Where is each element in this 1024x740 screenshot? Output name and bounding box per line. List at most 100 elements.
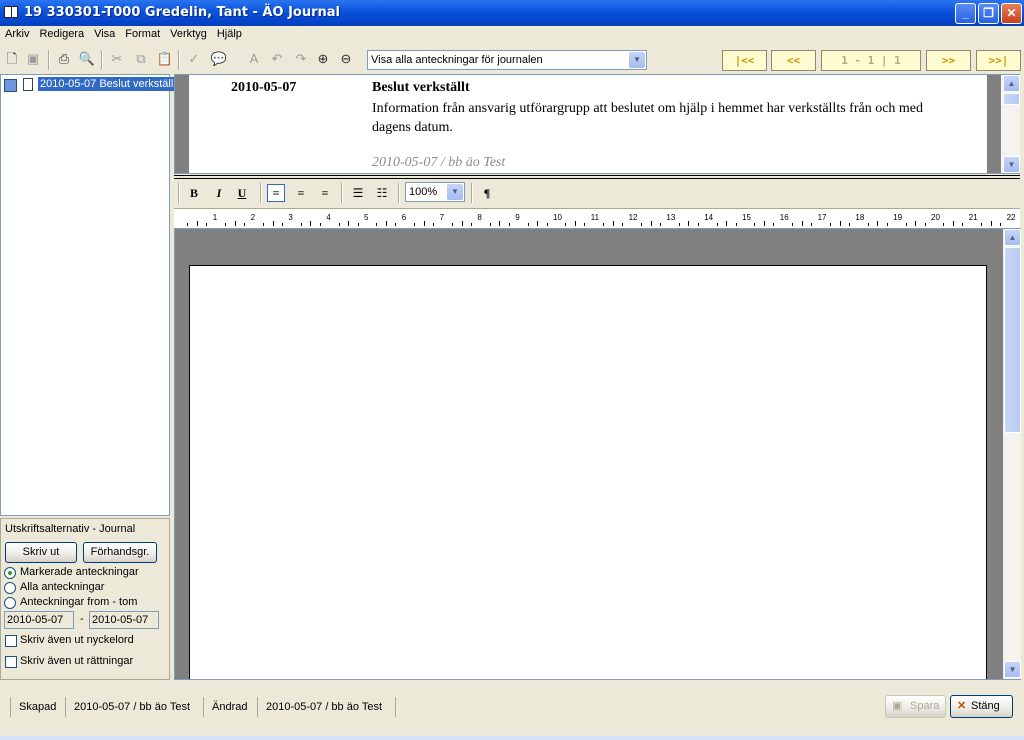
ruler-tick <box>300 223 302 226</box>
radio-all-label: Alla anteckningar <box>20 581 105 593</box>
underline-button[interactable]: U <box>233 184 251 202</box>
last-entry-button[interactable]: >>| <box>976 50 1021 71</box>
italic-button[interactable]: I <box>210 184 228 202</box>
date-separator: - <box>80 613 84 625</box>
keywords-checkbox[interactable] <box>5 635 17 647</box>
ruler-tick <box>537 221 539 226</box>
print-icon[interactable]: ⎙ <box>55 50 73 68</box>
radio-range-entries[interactable] <box>4 597 16 609</box>
corrections-checkbox[interactable] <box>5 656 17 668</box>
show-formatting-button[interactable]: ¶ <box>478 184 496 202</box>
next-entry-button[interactable]: >> <box>926 50 971 71</box>
bullet-list-icon: ☰ <box>352 186 364 200</box>
ruler-tick <box>319 223 321 226</box>
new-document-icon[interactable]: 🗋 <box>3 50 21 68</box>
date-from-field[interactable]: 2010-05-07 <box>4 611 74 629</box>
ruler-number: 2 <box>250 213 256 222</box>
menu-format[interactable]: Format <box>120 26 165 40</box>
toolbar-divider <box>101 50 103 70</box>
ruler-number: 20 <box>931 213 940 222</box>
bold-button[interactable]: B <box>185 184 203 202</box>
ruler-tick <box>584 223 586 226</box>
ruler-tick <box>641 223 643 226</box>
corrections-checkbox-label: Skriv även ut rättningar <box>20 655 134 667</box>
ruler-number: 17 <box>817 213 827 222</box>
date-to-field[interactable]: 2010-05-07 <box>89 611 159 629</box>
paste-icon[interactable]: 📋 <box>156 50 174 68</box>
ruler-tick <box>811 223 813 226</box>
radio-all-entries[interactable] <box>4 582 16 594</box>
preview-button[interactable]: Förhandsgr. <box>83 542 157 563</box>
ruler-number: 21 <box>968 213 978 222</box>
scroll-down-icon[interactable]: ▼ <box>1004 661 1021 678</box>
ruler-tick <box>848 223 850 226</box>
font-icon[interactable]: A <box>245 50 263 68</box>
print-options-panel: Utskriftsalternativ - Journal Skriv ut F… <box>0 518 170 680</box>
ruler-tick <box>508 223 510 226</box>
view-filter-dropdown[interactable]: Visa alla anteckningar för journalen ▼ <box>367 50 647 70</box>
radio-marked-entries[interactable] <box>4 567 16 579</box>
ruler-number: 6 <box>401 213 407 222</box>
close-window-button[interactable]: ✕ <box>1001 3 1022 24</box>
pane-splitter[interactable] <box>174 175 1020 179</box>
menu-arkiv[interactable]: Arkiv <box>0 26 34 40</box>
zoom-dropdown[interactable]: 100% ▼ <box>405 182 465 202</box>
comment-icon[interactable]: 💬 <box>210 50 228 68</box>
print-button[interactable]: Skriv ut <box>5 542 77 563</box>
menu-redigera[interactable]: Redigera <box>34 26 89 40</box>
close-icon: ✕ <box>1006 6 1017 20</box>
entry-left-margin <box>175 75 189 173</box>
keywords-checkbox-label: Skriv även ut nyckelord <box>20 634 134 646</box>
ruler-tick <box>726 221 728 226</box>
ruler[interactable]: 1 2 3 4 5 6 7 8 9 10 11 12 13 14 15 16 17 18 19 20 21 22 <box>174 208 1020 228</box>
first-entry-button[interactable]: |<< <box>722 50 767 71</box>
toolbar-divider <box>178 50 180 70</box>
view-filter-value: Visa alla anteckningar för journalen <box>371 54 543 66</box>
title-bar[interactable]: 19 330301-T000 Gredelin, Tant - ÄO Journ… <box>0 0 1024 26</box>
ruler-number: 9 <box>515 213 520 222</box>
scroll-up-icon[interactable]: ▲ <box>1003 75 1020 92</box>
align-left-button[interactable]: ≡ <box>267 184 285 202</box>
print-preview-icon[interactable]: 🔍 <box>78 50 96 68</box>
scroll-thumb[interactable] <box>1003 93 1020 105</box>
close-button[interactable]: ✕ Stäng <box>950 695 1013 718</box>
numbered-list-button[interactable]: ☷ <box>373 184 391 202</box>
zoom-in-icon[interactable]: ⊕ <box>314 50 332 68</box>
toolbar-divider <box>48 50 50 70</box>
ruler-tick <box>452 223 454 226</box>
scroll-down-icon[interactable]: ▼ <box>1003 156 1020 173</box>
ruler-tick <box>735 223 737 226</box>
document-scrollbar[interactable]: ▲ ▼ <box>1003 229 1021 679</box>
align-center-button[interactable]: ≡ <box>316 184 334 202</box>
journal-book-icon <box>4 6 18 18</box>
ruler-tick <box>310 221 312 226</box>
cut-icon[interactable]: ✂ <box>108 50 126 68</box>
chevron-down-icon[interactable]: ▼ <box>447 184 463 200</box>
align-right-button[interactable]: ≡ <box>292 184 310 202</box>
undo-icon[interactable]: ↶ <box>268 50 286 68</box>
bullet-list-button[interactable]: ☰ <box>349 184 367 202</box>
ruler-number: 14 <box>704 213 714 222</box>
zoom-out-icon[interactable]: ⊖ <box>337 50 355 68</box>
entry-checkbox[interactable] <box>4 79 17 92</box>
copy-icon[interactable]: ⧉ <box>132 50 150 68</box>
ruler-number: 15 <box>742 213 751 222</box>
minimize-button[interactable]: _ <box>955 3 976 24</box>
menu-visa[interactable]: Visa <box>89 26 120 40</box>
ruler-tick <box>981 223 983 226</box>
save-icon[interactable]: ▣ <box>24 50 42 68</box>
menu-hjalp[interactable]: Hjälp <box>212 26 247 40</box>
previous-entry-button[interactable]: << <box>771 50 816 71</box>
spellcheck-icon[interactable]: ✓ <box>185 50 203 68</box>
chevron-down-icon[interactable]: ▼ <box>629 52 645 68</box>
ruler-tick <box>272 221 274 226</box>
scroll-up-icon[interactable]: ▲ <box>1004 229 1021 246</box>
restore-button[interactable]: ❐ <box>978 3 999 24</box>
save-button[interactable]: ▣ Spara <box>885 695 946 718</box>
ruler-tick <box>234 221 236 226</box>
entry-scrollbar[interactable]: ▲ ▼ <box>1002 75 1020 173</box>
scroll-thumb[interactable] <box>1004 247 1021 433</box>
redo-icon[interactable]: ↷ <box>292 50 310 68</box>
ruler-tick <box>886 223 888 226</box>
menu-verktyg[interactable]: Verktyg <box>165 26 212 40</box>
